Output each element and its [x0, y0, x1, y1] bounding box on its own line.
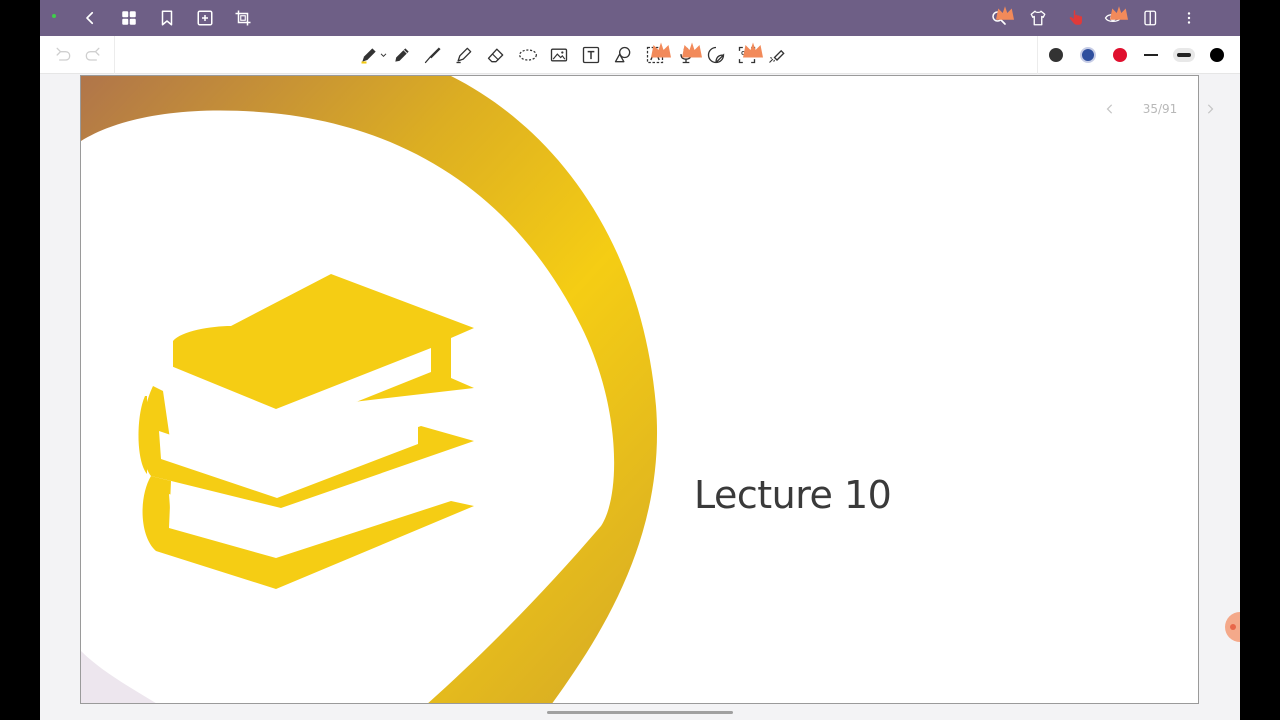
- stroke-medium[interactable]: [1171, 42, 1197, 68]
- more-vertical-icon: [1187, 12, 1191, 24]
- text-box-icon: [582, 46, 600, 64]
- pen-icon: [361, 48, 376, 64]
- image-tool[interactable]: [546, 42, 572, 68]
- drawing-toolbar: OCR: [40, 36, 1240, 74]
- stroke-thin-indicator: [1144, 54, 1158, 56]
- crop-button[interactable]: [231, 6, 255, 30]
- text-recognition-tool[interactable]: [642, 42, 671, 68]
- undo-icon: [56, 47, 71, 61]
- page-navigator: 35/91: [1096, 93, 1224, 125]
- page-indicator: 35/91: [1142, 102, 1178, 116]
- color-swatch-red[interactable]: [1107, 42, 1133, 68]
- app-screen: OCR: [40, 0, 1240, 720]
- pen-tool[interactable]: [358, 42, 388, 68]
- chevron-right-icon: [1207, 104, 1214, 114]
- fountain-pen-tool[interactable]: [420, 42, 446, 68]
- crown-icon: [1110, 6, 1128, 20]
- highlighter-icon: [456, 47, 472, 64]
- back-button[interactable]: [78, 6, 102, 30]
- pencil-tool[interactable]: [389, 42, 415, 68]
- hand-pointer-icon: [1069, 10, 1082, 25]
- shirt-icon: [1030, 10, 1046, 26]
- side-tab-dot: [1230, 624, 1236, 630]
- search-button[interactable]: [987, 6, 1014, 30]
- grid-view-button[interactable]: [117, 6, 141, 30]
- plus-square-icon: [197, 10, 213, 26]
- redo-icon: [85, 47, 100, 61]
- stroke-thin[interactable]: [1138, 42, 1164, 68]
- slide-page[interactable]: Lecture 10: [80, 75, 1199, 704]
- image-icon: [550, 48, 568, 62]
- lasso-tool[interactable]: [515, 42, 541, 68]
- crown-icon: [996, 6, 1014, 20]
- chevron-left-icon: [1106, 104, 1113, 114]
- read-mode-button[interactable]: [1101, 6, 1128, 30]
- chevron-left-icon: [86, 11, 94, 25]
- decorative-corner: [81, 651, 156, 703]
- status-dot: [52, 14, 56, 18]
- color-dot: [1113, 48, 1127, 62]
- next-page-button[interactable]: [1204, 102, 1216, 116]
- eraser-tool[interactable]: [483, 42, 509, 68]
- redo-button[interactable]: [80, 42, 106, 68]
- lasso-icon: [519, 49, 537, 61]
- fountain-pen-icon: [424, 47, 441, 64]
- top-bar: [40, 0, 1240, 36]
- color-swatch-dark[interactable]: [1043, 42, 1069, 68]
- eraser-icon: [487, 48, 504, 63]
- crown-icon: [743, 42, 763, 58]
- stroke-thick[interactable]: [1204, 42, 1230, 68]
- crown-icon: [651, 42, 671, 58]
- undo-button[interactable]: [50, 42, 76, 68]
- ocr-tool[interactable]: OCR: [734, 42, 763, 68]
- laser-pointer-icon: [769, 49, 785, 63]
- color-swatch-blue[interactable]: [1075, 42, 1101, 68]
- prev-page-button[interactable]: [1104, 102, 1116, 116]
- gesture-home-bar[interactable]: [547, 711, 733, 714]
- add-page-button[interactable]: [193, 6, 217, 30]
- toolbar-divider: [114, 36, 115, 74]
- text-tool[interactable]: [578, 42, 604, 68]
- chevron-down-icon: [380, 52, 387, 57]
- layout-icon: [1144, 10, 1157, 26]
- stroke-thick-indicator: [1210, 48, 1224, 62]
- stroke-medium-indicator: [1173, 48, 1195, 62]
- floating-side-tab[interactable]: [1225, 612, 1240, 642]
- color-dot-selected: [1080, 47, 1096, 63]
- shapes-tool[interactable]: [610, 42, 636, 68]
- theme-button[interactable]: [1026, 6, 1050, 30]
- layout-button[interactable]: [1139, 6, 1163, 30]
- laser-pointer-tool[interactable]: [764, 42, 790, 68]
- crown-icon: [682, 42, 702, 58]
- sticker-tool[interactable]: [703, 42, 729, 68]
- voice-tool[interactable]: [673, 42, 702, 68]
- slide-graphic: [81, 76, 657, 703]
- highlighter-tool[interactable]: [451, 42, 477, 68]
- crop-icon: [235, 10, 251, 26]
- grid-icon: [122, 11, 136, 25]
- shapes-icon: [614, 46, 631, 63]
- color-dot: [1049, 48, 1063, 62]
- bookmark-icon: [161, 10, 173, 26]
- bookmark-button[interactable]: [155, 6, 179, 30]
- sticker-icon: [707, 46, 725, 64]
- more-button[interactable]: [1177, 6, 1201, 30]
- toolbar-divider: [1037, 36, 1038, 74]
- pencil-icon: [395, 48, 409, 62]
- pointer-button[interactable]: [1064, 6, 1088, 30]
- slide-title: Lecture 10: [694, 473, 892, 517]
